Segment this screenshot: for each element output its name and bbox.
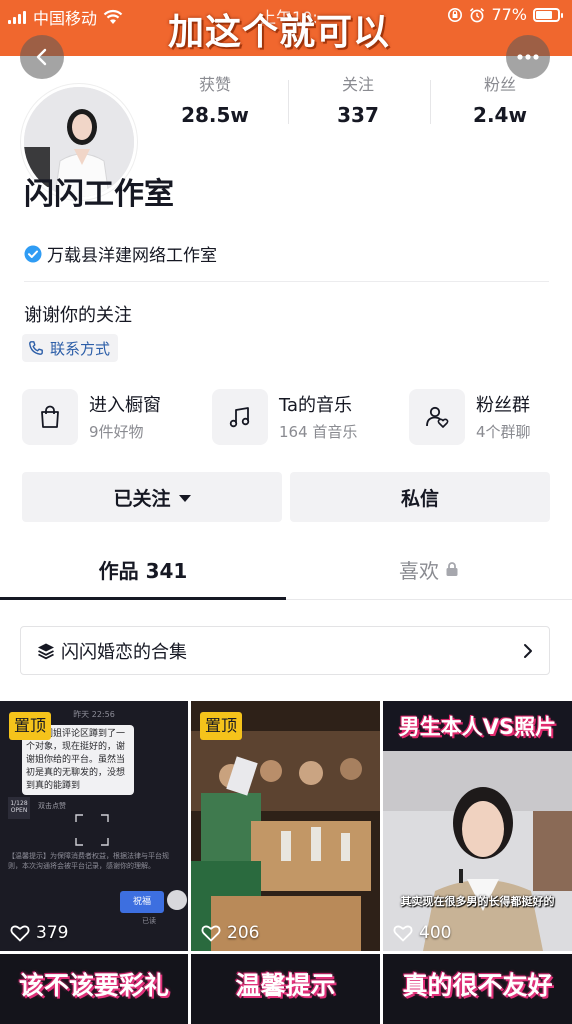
feature-subtitle: 4个群聊 bbox=[476, 423, 531, 441]
feature-title: 进入橱窗 bbox=[89, 395, 161, 416]
video-thumbnail bbox=[383, 751, 572, 951]
like-count-value: 379 bbox=[36, 923, 69, 943]
chat-notice: 【温馨提示】为保障消费者权益，根据法律与平台规则，本次沟通将会被平台记录，感谢你… bbox=[8, 852, 169, 870]
feature-icon-box bbox=[22, 389, 78, 445]
video-title: 真的很不友好 bbox=[402, 971, 553, 1000]
stat-divider bbox=[288, 80, 289, 124]
chat-badge-count: 1/128 bbox=[10, 800, 28, 807]
feature-showcase[interactable]: 进入橱窗 9件好物 bbox=[22, 389, 192, 445]
collection-row[interactable]: 闪闪婚恋的合集 bbox=[20, 626, 550, 675]
feature-title: 粉丝群 bbox=[476, 395, 530, 416]
video-tile[interactable]: 真的很不友好 bbox=[383, 954, 572, 1024]
like-count: 400 bbox=[393, 923, 451, 943]
stat-followers[interactable]: 粉丝 2.4w bbox=[435, 72, 565, 132]
chevron-right-icon bbox=[524, 644, 532, 658]
verification-text: 万载县洋建网络工作室 bbox=[47, 246, 217, 266]
chat-badge-sub: OPEN bbox=[10, 807, 28, 814]
nickname: 闪闪工作室 bbox=[24, 177, 174, 212]
stat-value: 2.4w bbox=[473, 103, 527, 127]
heart-icon bbox=[393, 925, 413, 942]
back-arrow-icon bbox=[36, 48, 47, 66]
chat-avatar bbox=[167, 890, 187, 910]
verification-row: 万载县洋建网络工作室 bbox=[24, 241, 217, 266]
video-tile[interactable]: 置顶 206 bbox=[191, 701, 380, 951]
video-caption: 其实现在很多男的长得都挺好的 bbox=[400, 895, 555, 908]
divider bbox=[24, 281, 549, 282]
music-note-icon bbox=[229, 407, 250, 428]
signal-icon bbox=[8, 10, 28, 24]
video-tile[interactable]: 男生本人VS照片 其实现在很多男的长得都挺好的 400 bbox=[383, 701, 572, 951]
bio-text: 谢谢你的关注 bbox=[24, 305, 132, 326]
feature-icon-box bbox=[212, 389, 268, 445]
pinned-badge: 置顶 bbox=[200, 712, 243, 740]
wifi-icon bbox=[103, 9, 123, 24]
feature-subtitle: 164 首音乐 bbox=[279, 423, 358, 441]
fan-group-icon bbox=[426, 406, 449, 428]
verified-badge-icon bbox=[24, 245, 42, 262]
collection-label: 闪闪婚恋的合集 bbox=[61, 641, 187, 663]
video-tile[interactable]: 温馨提示 bbox=[191, 954, 380, 1024]
battery-percent: 77% bbox=[491, 5, 527, 24]
like-count-value: 400 bbox=[419, 923, 452, 943]
message-button[interactable]: 私信 bbox=[290, 472, 550, 522]
chat-read-status: 已读 bbox=[142, 917, 156, 925]
stat-value: 28.5w bbox=[181, 103, 249, 127]
heart-icon bbox=[201, 925, 221, 942]
stat-label: 获赞 bbox=[198, 75, 231, 94]
battery-level bbox=[536, 10, 552, 19]
stat-label: 粉丝 bbox=[483, 75, 516, 94]
pinned-badge: 置顶 bbox=[9, 712, 52, 740]
chat-hint: 双击点赞 bbox=[38, 802, 66, 810]
back-button[interactable] bbox=[20, 35, 64, 79]
alarm-icon bbox=[470, 7, 485, 22]
like-count: 206 bbox=[201, 923, 259, 943]
video-title: 温馨提示 bbox=[235, 971, 336, 1000]
layers-icon bbox=[38, 643, 54, 659]
video-tile[interactable]: 该不该要彩礼 bbox=[0, 954, 188, 1024]
tab-likes[interactable]: 喜欢 bbox=[286, 542, 572, 596]
chat-reply-button: 祝福 bbox=[120, 891, 164, 913]
status-right: 77% bbox=[447, 5, 563, 24]
dropdown-caret-icon bbox=[178, 494, 191, 502]
tab-likes-label: 喜欢 bbox=[399, 558, 439, 583]
battery-icon bbox=[533, 7, 563, 22]
status-bar: 中国移动 上午10: 77% 加这个就可以 bbox=[0, 0, 572, 56]
profile-stats: 获赞 28.5w 关注 337 粉丝 2.4w bbox=[150, 72, 572, 140]
feature-fan-group[interactable]: 粉丝群 4个群聊 bbox=[409, 389, 559, 445]
orientation-lock-icon bbox=[448, 7, 463, 22]
feature-icon-box bbox=[409, 389, 465, 445]
lock-icon bbox=[446, 562, 458, 576]
video-tile[interactable]: 昨天 22:56 在闪闪姐评论区蹲到了一个对象，现在挺好的，谢谢姐你给的平台。虽… bbox=[0, 701, 188, 951]
contact-button[interactable]: 联系方式 bbox=[22, 334, 119, 362]
stat-divider bbox=[430, 80, 431, 124]
video-title: 男生本人VS照片 bbox=[398, 715, 557, 739]
feature-title: Ta的音乐 bbox=[279, 395, 353, 416]
feature-subtitle: 9件好物 bbox=[89, 423, 144, 441]
stat-likes: 获赞 28.5w bbox=[150, 72, 280, 132]
phone-icon bbox=[29, 341, 43, 355]
followed-label: 已关注 bbox=[113, 487, 171, 510]
carrier-label: 中国移动 bbox=[33, 9, 98, 28]
heart-icon bbox=[10, 925, 30, 942]
like-count-value: 206 bbox=[227, 923, 260, 943]
stat-following[interactable]: 关注 337 bbox=[293, 72, 423, 132]
more-dots-icon bbox=[517, 54, 539, 60]
shopping-bag-icon bbox=[41, 405, 59, 428]
tab-works[interactable]: 作品 341 bbox=[0, 542, 286, 596]
contact-label: 联系方式 bbox=[50, 339, 111, 358]
followed-button[interactable]: 已关注 bbox=[22, 472, 282, 522]
like-count: 379 bbox=[10, 923, 68, 943]
stat-label: 关注 bbox=[341, 75, 374, 94]
stat-value: 337 bbox=[337, 103, 379, 127]
feature-music[interactable]: Ta的音乐 164 首音乐 bbox=[212, 389, 392, 445]
scan-frame-icon bbox=[75, 814, 109, 846]
overlay-caption: 加这个就可以 bbox=[168, 12, 391, 53]
message-label: 私信 bbox=[400, 487, 439, 510]
status-left: 中国移动 bbox=[8, 5, 123, 29]
tab-active-indicator bbox=[0, 597, 286, 600]
video-title: 该不该要彩礼 bbox=[18, 971, 169, 1000]
tab-works-label: 作品 341 bbox=[98, 558, 188, 583]
chat-badge: 1/128 OPEN bbox=[8, 797, 30, 819]
